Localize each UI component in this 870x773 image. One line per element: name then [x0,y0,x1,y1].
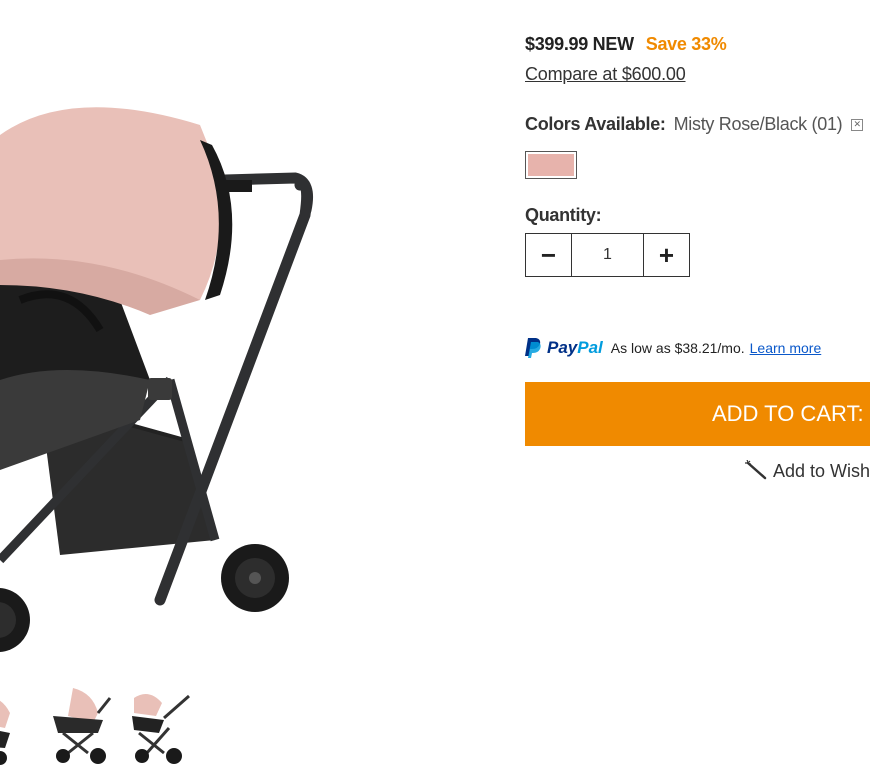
add-to-cart-button[interactable]: ADD TO CART: $ [525,382,870,446]
thumbnail-3[interactable] [124,688,194,768]
colors-available: Colors Available: Misty Rose/Black (01) ✕ [525,114,864,135]
paypal-icon [525,338,541,358]
quantity-input[interactable]: 1 [572,234,643,276]
add-to-wishlist-link[interactable]: Add to Wish [745,460,870,482]
wishlist-label: Add to Wish [773,461,870,481]
magic-wand-icon [745,460,767,480]
color-swatch-misty-rose[interactable] [525,151,577,179]
increase-quantity-button[interactable]: + [643,234,689,276]
product-main-image [0,0,420,680]
paypal-learn-more-link[interactable]: Learn more [750,340,822,356]
thumbnail-1[interactable] [0,688,50,768]
thumbnail-strip [0,688,200,768]
product-price: $399.99 NEW [525,34,634,54]
quantity-stepper: − 1 + [525,233,690,277]
quantity-label: Quantity: [525,205,602,225]
selected-color-name: Misty Rose/Black (01) [673,114,843,134]
paypal-offer: PayPal As low as $38.21/mo. Learn more [525,337,821,359]
save-badge: Save 33% [645,34,727,54]
thumbnail-2[interactable] [48,688,118,768]
price-line: $399.99 NEW Save 33% [525,34,727,55]
paypal-brand-pay: Pay [547,338,578,357]
add-to-cart-label: ADD TO CART: $ [712,401,870,426]
decrease-quantity-button[interactable]: − [526,234,572,276]
paypal-logo: PayPal [547,338,603,358]
clear-selection-icon[interactable]: ✕ [851,119,864,132]
swatch-fill [528,154,574,176]
compare-price: Compare at $600.00 [525,64,686,84]
paypal-offer-text: As low as $38.21/mo. [610,340,745,356]
colors-label: Colors Available: [525,114,666,134]
paypal-brand-pal: Pal [577,338,603,357]
